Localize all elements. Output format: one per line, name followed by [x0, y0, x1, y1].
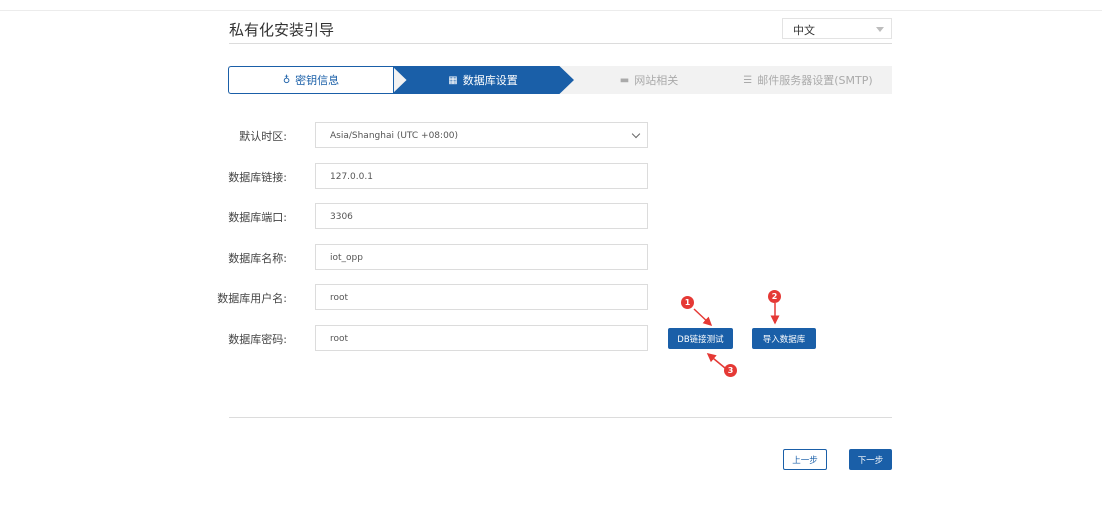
prev-step-button[interactable]: 上一步	[783, 449, 827, 470]
timezone-select[interactable]: Asia/Shanghai (UTC +08:00)	[315, 122, 648, 148]
step-label: 数据库设置	[462, 74, 518, 87]
db-host-input[interactable]: 127.0.0.1	[315, 163, 648, 189]
caret-down-icon	[876, 27, 884, 32]
step-progress-bar: ☰ 邮件服务器设置(SMTP) ▬ 网站相关 ▦ 数据库设置 ♁ 密钥信息	[228, 66, 892, 94]
language-select[interactable]: 中文	[782, 18, 892, 39]
db-name-label: 数据库名称:	[228, 252, 287, 265]
footer-divider	[229, 417, 892, 418]
step-website[interactable]: ▬ 网站相关	[574, 66, 724, 94]
key-icon: ♁	[282, 74, 291, 86]
step-label: 密钥信息	[295, 74, 340, 87]
test-db-connection-button[interactable]: DB链接测试	[668, 328, 733, 349]
step-database[interactable]: ▦ 数据库设置	[392, 66, 574, 94]
db-user-label: 数据库用户名:	[217, 292, 287, 305]
database-icon: ▦	[448, 74, 458, 86]
db-port-label: 数据库端口:	[228, 211, 287, 224]
db-name-input[interactable]: iot_opp	[315, 244, 648, 270]
next-step-button[interactable]: 下一步	[849, 449, 892, 470]
db-user-row: 数据库用户名: root	[217, 284, 649, 310]
db-password-row: 数据库密码: root	[228, 325, 649, 351]
db-name-row: 数据库名称: iot_opp	[228, 244, 649, 270]
db-port-row: 数据库端口: 3306	[228, 203, 649, 229]
title-divider	[229, 43, 892, 44]
db-host-label: 数据库链接:	[228, 171, 287, 184]
db-password-input[interactable]: root	[315, 325, 648, 351]
website-icon: ▬	[619, 74, 630, 86]
arrow-1	[693, 308, 713, 327]
db-user-input[interactable]: root	[315, 284, 648, 310]
db-password-label: 数据库密码:	[228, 333, 287, 346]
chevron-down-icon	[631, 129, 641, 139]
annotation-marker-2: 2	[768, 290, 781, 303]
db-port-input[interactable]: 3306	[315, 203, 648, 229]
timezone-row: 默认时区: Asia/Shanghai (UTC +08:00)	[229, 122, 649, 148]
db-host-row: 数据库链接: 127.0.0.1	[228, 163, 649, 189]
server-icon: ☰	[743, 74, 753, 86]
import-database-button[interactable]: 导入数据库	[752, 328, 816, 349]
arrow-3	[706, 353, 726, 369]
timezone-label: 默认时区:	[239, 130, 287, 143]
annotation-marker-3: 3	[724, 364, 737, 377]
step-label: 网站相关	[634, 74, 679, 87]
page-title: 私有化安装引导	[229, 21, 335, 39]
annotation-marker-1: 1	[681, 296, 694, 309]
language-value: 中文	[793, 24, 815, 37]
step-smtp[interactable]: ☰ 邮件服务器设置(SMTP)	[724, 66, 892, 94]
step-key-info[interactable]: ♁ 密钥信息	[228, 66, 394, 94]
timezone-value: Asia/Shanghai (UTC +08:00)	[330, 131, 459, 141]
top-divider	[0, 10, 1102, 11]
step-label: 邮件服务器设置(SMTP)	[757, 74, 873, 87]
